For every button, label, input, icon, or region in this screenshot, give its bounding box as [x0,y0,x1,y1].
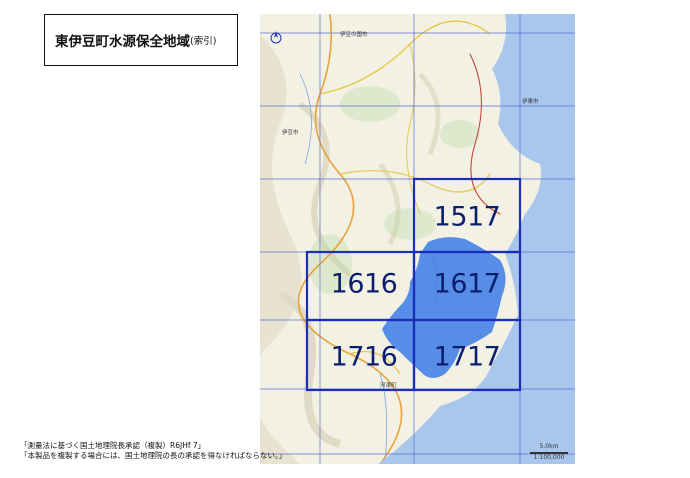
map-graphic [260,14,575,464]
title-box: 東伊豆町水源保全地域 (索引) [44,14,238,66]
sheet-label-1716[interactable]: 1716 [331,344,398,371]
map-title: 東伊豆町水源保全地域 [55,34,190,50]
scale-distance: 5.0km [539,443,559,450]
copyright-line-1: 「測量法に基づく国土地理院長承認（複製）R6JHf 7」 [20,441,206,450]
place-kawazu: 河津町 [380,383,397,389]
sheet-label-1517[interactable]: 1517 [434,204,501,231]
sheet-label-1717[interactable]: 1717 [434,344,501,371]
scale-ratio: 1:100,000 [533,453,565,461]
sheet-label-1616[interactable]: 1616 [331,271,398,298]
index-map: 伊豆の国市 伊豆市 伊東市 河津町 1517 1616 1617 1716 17… [260,14,575,464]
sheet-label-1617[interactable]: 1617 [434,271,501,298]
place-ito: 伊東市 [522,99,539,105]
scale-indicator: 5.0km 1:100,000 [526,443,572,461]
place-izu-city: 伊豆市 [282,130,299,136]
map-title-sub: (索引) [190,36,217,47]
copyright-line-2: 「本製品を複製する場合には、国土地理院の長の承認を得なければならない。」 [20,451,287,461]
copyright-notice: 「測量法に基づく国土地理院長承認（複製）R6JHf 7」 「本製品を複製する場合… [20,441,286,461]
place-izu-no-kuni: 伊豆の国市 [340,32,368,38]
